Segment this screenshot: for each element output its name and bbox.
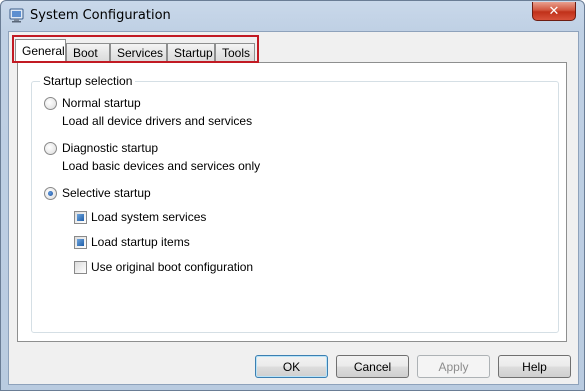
window-title: System Configuration <box>30 8 171 23</box>
diagnostic-startup-label[interactable]: Diagnostic startup <box>62 141 158 155</box>
load-startup-items-checkbox[interactable] <box>74 236 87 249</box>
cancel-button[interactable]: Cancel <box>336 355 409 378</box>
use-original-boot-configuration-label[interactable]: Use original boot configuration <box>91 260 253 274</box>
tab-label: Tools <box>222 46 251 60</box>
ok-button[interactable]: OK <box>255 355 328 378</box>
normal-startup-label[interactable]: Normal startup <box>62 96 141 110</box>
close-icon: ✕ <box>548 3 560 18</box>
apply-button-label: Apply <box>438 359 469 374</box>
startup-selection-group: Startup selection Normal startup Load al… <box>31 74 559 333</box>
title-bar[interactable]: System Configuration ✕ <box>1 1 584 31</box>
tab-label: Startup <box>174 46 213 60</box>
cancel-button-label: Cancel <box>353 359 392 374</box>
general-tab-panel: Startup selection Normal startup Load al… <box>17 62 567 342</box>
help-button-label: Help <box>522 359 547 374</box>
dialog-client-area: General Boot Services Startup Tools Star… <box>8 31 579 385</box>
diagnostic-startup-radio[interactable] <box>44 142 57 155</box>
tab-tools[interactable]: Tools <box>215 43 255 62</box>
selective-startup-label[interactable]: Selective startup <box>62 186 151 200</box>
help-button[interactable]: Help <box>498 355 571 378</box>
apply-button[interactable]: Apply <box>417 355 490 378</box>
tab-boot[interactable]: Boot <box>66 43 110 62</box>
ok-button-label: OK <box>282 359 301 374</box>
tab-services[interactable]: Services <box>110 43 167 62</box>
selective-startup-radio[interactable] <box>44 187 57 200</box>
tab-label: Services <box>117 46 164 60</box>
tab-label: General <box>22 44 65 58</box>
diagnostic-startup-description: Load basic devices and services only <box>62 159 261 173</box>
normal-startup-description: Load all device drivers and services <box>62 114 253 128</box>
load-system-services-label[interactable]: Load system services <box>91 210 206 224</box>
load-system-services-checkbox[interactable] <box>74 211 87 224</box>
close-button[interactable]: ✕ <box>532 2 576 21</box>
system-configuration-window: System Configuration ✕ General Boot Serv… <box>0 0 585 391</box>
load-startup-items-label[interactable]: Load startup items <box>91 235 190 249</box>
system-configuration-icon <box>9 8 24 23</box>
use-original-boot-configuration-checkbox[interactable] <box>74 261 87 274</box>
group-title: Startup selection <box>40 74 136 88</box>
tab-label: Boot <box>73 46 98 60</box>
tab-general[interactable]: General <box>15 39 66 63</box>
normal-startup-radio[interactable] <box>44 97 57 110</box>
tab-startup[interactable]: Startup <box>167 43 215 62</box>
